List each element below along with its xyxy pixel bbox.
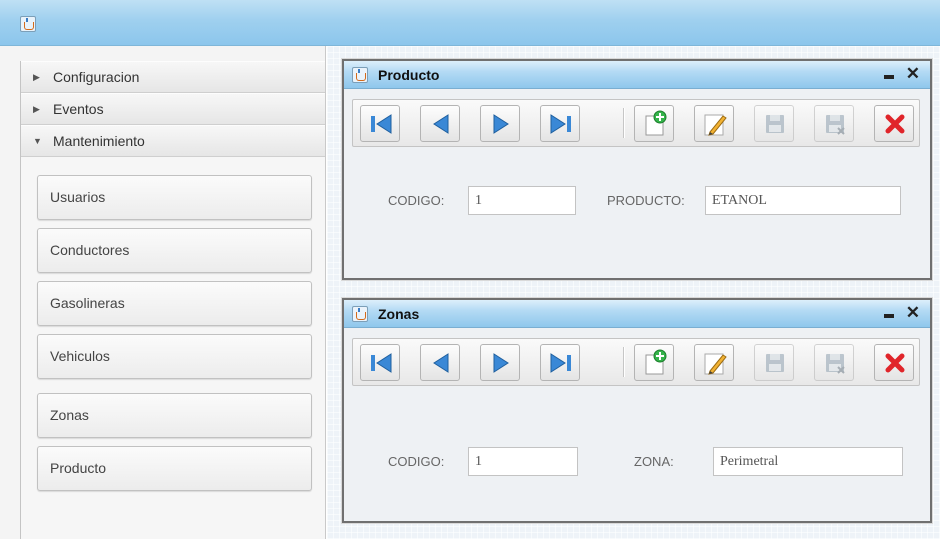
save-button[interactable] [754, 105, 794, 142]
save-close-icon [826, 115, 845, 135]
edit-record-button[interactable] [694, 105, 734, 142]
record-toolbar [352, 99, 920, 147]
delete-button[interactable] [874, 344, 914, 381]
codigo-label: CODIGO: [388, 193, 445, 208]
last-record-button[interactable] [540, 105, 580, 142]
previous-record-icon [433, 114, 449, 134]
first-record-button[interactable] [360, 105, 400, 142]
producto-button[interactable]: Producto [37, 446, 312, 491]
collapsed-arrow-icon: ▶ [33, 72, 40, 82]
java-app-icon [20, 16, 36, 32]
new-record-icon [645, 349, 667, 375]
save-close-button[interactable] [814, 105, 854, 142]
zonas-title-bar[interactable]: Zonas ✕ [344, 300, 930, 328]
edit-record-button[interactable] [694, 344, 734, 381]
zonas-window: Zonas ✕ CODIGO: 1 ZONA: Perimetral [342, 298, 932, 523]
producto-label: PRODUCTO: [607, 193, 685, 208]
accordion-section-eventos[interactable]: ▶ Eventos [21, 93, 325, 125]
next-record-icon [493, 114, 509, 134]
codigo-input[interactable]: 1 [468, 447, 578, 476]
delete-icon [885, 114, 905, 134]
close-button[interactable]: ✕ [906, 64, 920, 84]
edit-icon [704, 114, 727, 136]
new-record-icon [645, 110, 667, 136]
sidebar-accordion: ▶ Configuracion ▶ Eventos ▼ Mantenimient… [20, 61, 325, 539]
close-button[interactable]: ✕ [906, 303, 920, 323]
usuarios-button[interactable]: Usuarios [37, 175, 312, 220]
java-window-icon [352, 67, 368, 83]
toolbar-separator [623, 347, 624, 377]
gasolineras-button[interactable]: Gasolineras [37, 281, 312, 326]
codigo-input[interactable]: 1 [468, 186, 576, 215]
producto-input[interactable]: ETANOL [705, 186, 901, 215]
mantenimiento-content: Usuarios Conductores Gasolineras Vehicul… [21, 157, 325, 539]
delete-button[interactable] [874, 105, 914, 142]
sidebar-panel: ▶ Configuracion ▶ Eventos ▼ Mantenimient… [0, 46, 326, 539]
accordion-section-configuracion[interactable]: ▶ Configuracion [21, 61, 325, 93]
first-record-button[interactable] [360, 344, 400, 381]
save-button[interactable] [754, 344, 794, 381]
next-record-button[interactable] [480, 344, 520, 381]
save-close-icon [826, 354, 845, 374]
new-record-button[interactable] [634, 344, 674, 381]
first-record-icon [371, 353, 392, 373]
save-icon [766, 115, 784, 133]
producto-title-bar[interactable]: Producto ✕ [344, 61, 930, 89]
zonas-button[interactable]: Zonas [37, 393, 312, 438]
section-label: Configuracion [53, 69, 140, 85]
codigo-label: CODIGO: [388, 454, 445, 469]
zona-label: ZONA: [634, 454, 674, 469]
next-record-icon [493, 353, 509, 373]
minimize-button[interactable] [884, 75, 894, 79]
accordion-section-mantenimiento[interactable]: ▼ Mantenimiento [21, 125, 325, 157]
delete-icon [885, 353, 905, 373]
toolbar-separator [623, 108, 624, 138]
window-title: Zonas [378, 306, 420, 322]
save-icon [766, 354, 784, 372]
last-record-icon [550, 353, 571, 373]
producto-window: Producto ✕ CODIGO: 1 PRODUCTO: ETANOL [342, 59, 932, 280]
last-record-icon [550, 114, 571, 134]
record-toolbar [352, 338, 920, 386]
window-title: Producto [378, 67, 440, 83]
first-record-icon [371, 114, 392, 134]
section-label: Mantenimiento [53, 133, 145, 149]
desktop-pane: Producto ✕ CODIGO: 1 PRODUCTO: ETANOL Zo… [327, 46, 940, 539]
expanded-arrow-icon: ▼ [33, 136, 42, 146]
conductores-button[interactable]: Conductores [37, 228, 312, 273]
next-record-button[interactable] [480, 105, 520, 142]
previous-record-button[interactable] [420, 344, 460, 381]
vehiculos-button[interactable]: Vehiculos [37, 334, 312, 379]
previous-record-button[interactable] [420, 105, 460, 142]
zona-input[interactable]: Perimetral [713, 447, 903, 476]
java-window-icon [352, 306, 368, 322]
edit-icon [704, 353, 727, 375]
previous-record-icon [433, 353, 449, 373]
save-close-button[interactable] [814, 344, 854, 381]
collapsed-arrow-icon: ▶ [33, 104, 40, 114]
minimize-button[interactable] [884, 314, 894, 318]
app-title-bar [0, 0, 940, 46]
new-record-button[interactable] [634, 105, 674, 142]
last-record-button[interactable] [540, 344, 580, 381]
section-label: Eventos [53, 101, 104, 117]
